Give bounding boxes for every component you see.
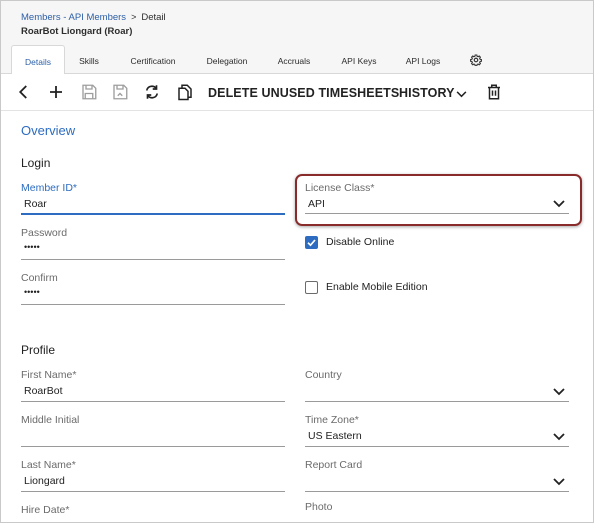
breadcrumb-link-members[interactable]: Members - API Members — [21, 12, 126, 23]
first-name-label: First Name* — [21, 369, 77, 381]
back-icon[interactable] — [15, 83, 33, 101]
license-class-highlight-box — [295, 174, 582, 226]
overview-title: Overview — [21, 123, 76, 138]
first-name-input[interactable]: RoarBot — [24, 385, 63, 397]
tab-delegation[interactable]: Delegation — [197, 45, 257, 73]
save-and-close-icon[interactable] — [111, 83, 129, 101]
tab-certification[interactable]: Certification — [119, 45, 187, 73]
disable-online-checkbox[interactable] — [305, 236, 318, 249]
photo-label: Photo — [305, 501, 333, 513]
last-name-input[interactable]: Liongard — [24, 475, 65, 487]
confirm-underline — [21, 304, 285, 305]
confirm-password-input[interactable]: ••••• — [24, 287, 40, 297]
report-card-underline — [305, 491, 569, 492]
copy-icon[interactable] — [176, 83, 194, 101]
record-title: RoarBot Liongard (Roar) — [21, 26, 133, 37]
time-zone-select[interactable]: US Eastern — [308, 430, 362, 442]
country-chevron-down-icon[interactable] — [553, 388, 565, 396]
password-label: Password — [21, 227, 68, 239]
member-id-input[interactable]: Roar — [24, 198, 47, 210]
report-card-label: Report Card — [305, 459, 363, 471]
password-underline — [21, 259, 285, 260]
tab-api-keys[interactable]: API Keys — [331, 45, 387, 73]
last-name-underline — [21, 491, 285, 492]
add-icon[interactable] — [47, 83, 65, 101]
country-label: Country — [305, 369, 342, 381]
page-header: Members - API Members > Detail RoarBot Lio… — [1, 1, 593, 45]
breadcrumb-current: Detail — [141, 12, 166, 23]
confirm-label: Confirm — [21, 272, 58, 284]
tab-skills[interactable]: Skills — [71, 45, 107, 73]
country-underline — [305, 401, 569, 402]
history-label: HISTORY — [399, 86, 455, 100]
tab-bar: Details Skills Certification Delegation … — [1, 45, 593, 75]
time-zone-chevron-down-icon[interactable] — [553, 433, 565, 441]
time-zone-label: Time Zone* — [305, 414, 359, 426]
history-chevron-down-icon — [456, 91, 467, 98]
breadcrumb: Members - API Members > Detail — [21, 12, 166, 23]
profile-section-title: Profile — [21, 343, 56, 357]
tab-api-logs[interactable]: API Logs — [395, 45, 451, 73]
tab-details[interactable]: Details — [11, 45, 65, 75]
password-input[interactable]: ••••• — [24, 242, 40, 252]
disable-online-label: Disable Online — [326, 236, 395, 248]
first-name-underline — [21, 401, 285, 402]
gear-icon[interactable] — [470, 54, 482, 66]
tab-accruals[interactable]: Accruals — [267, 45, 321, 73]
member-id-label: Member ID* — [21, 182, 78, 194]
delete-icon[interactable] — [485, 83, 503, 101]
member-detail-window: Members - API Members > Detail RoarBot Lio… — [0, 0, 594, 523]
middle-initial-underline — [21, 446, 285, 447]
time-zone-underline — [305, 446, 569, 447]
member-id-underline — [21, 213, 285, 215]
last-name-label: Last Name* — [21, 459, 76, 471]
history-button[interactable]: HISTORY — [399, 86, 455, 100]
checkmark-icon — [307, 239, 316, 247]
middle-initial-label: Middle Initial — [21, 414, 80, 426]
enable-mobile-edition-label: Enable Mobile Edition — [326, 281, 428, 293]
delete-unused-timesheets-button[interactable]: DELETE UNUSED TIMESHEETS — [208, 86, 399, 100]
refresh-icon[interactable] — [143, 83, 161, 101]
save-icon[interactable] — [80, 83, 98, 101]
breadcrumb-separator: > — [131, 12, 137, 22]
login-section-title: Login — [21, 156, 51, 170]
report-card-chevron-down-icon[interactable] — [553, 478, 565, 486]
toolbar: DELETE UNUSED TIMESHEETS HISTORY — [1, 74, 593, 111]
enable-mobile-edition-checkbox[interactable] — [305, 281, 318, 294]
hire-date-label: Hire Date* — [21, 504, 70, 516]
